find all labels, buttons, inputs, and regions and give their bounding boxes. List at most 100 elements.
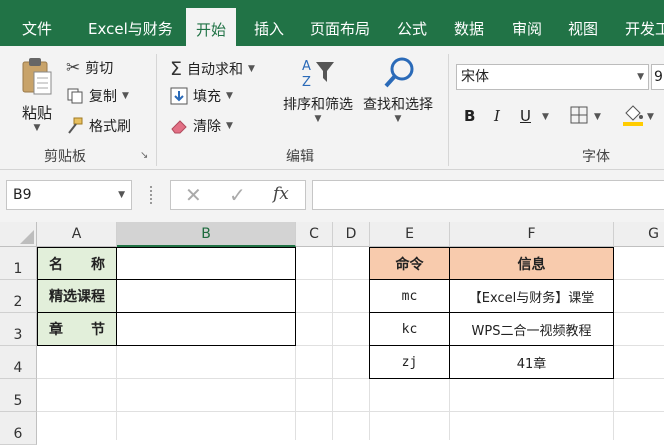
clipboard-icon: [22, 58, 52, 95]
column-header-a[interactable]: A: [37, 222, 117, 247]
chevron-down-icon[interactable]: ▼: [280, 114, 356, 124]
command-cell[interactable]: kc: [369, 312, 450, 346]
tab-developer[interactable]: 开发工: [625, 0, 664, 46]
spreadsheet-grid[interactable]: A B C D E F G 1 2 3 4 5 6 名 称 精选课程 章 节 命…: [0, 222, 664, 445]
input-cell[interactable]: [116, 312, 296, 346]
column-header-e[interactable]: E: [370, 222, 450, 247]
chevron-down-icon[interactable]: ▼: [637, 65, 644, 89]
paintbrush-icon: [68, 117, 83, 134]
chevron-down-icon[interactable]: ▼: [248, 64, 255, 74]
font-size-select[interactable]: 9: [651, 64, 664, 90]
underline-button[interactable]: U: [520, 107, 531, 125]
group-separator: [156, 54, 157, 166]
find-select-button[interactable]: 查找和选择 ▼: [358, 56, 438, 124]
chevron-down-icon[interactable]: ▼: [594, 112, 601, 122]
font-group-label: 字体: [582, 149, 610, 165]
chevron-down-icon[interactable]: ▼: [542, 112, 549, 122]
chevron-down-icon[interactable]: ▼: [16, 123, 58, 133]
find-select-label: 查找和选择: [363, 97, 433, 113]
cut-label: 剪切: [85, 61, 114, 77]
column-header-g[interactable]: G: [614, 222, 664, 247]
paint-bucket-icon: [623, 105, 643, 126]
ribbon-tab-bar: 文件 Excel与财务 开始 插入 页面布局 公式 数据 审阅 视图 开发工: [0, 0, 664, 46]
header-cell[interactable]: 信息: [449, 247, 614, 280]
command-cell[interactable]: mc: [369, 279, 450, 313]
copy-label: 复制: [89, 89, 117, 105]
column-header-b[interactable]: B: [117, 222, 296, 247]
sort-filter-button[interactable]: A Z 排序和筛选 ▼: [280, 56, 356, 124]
tab-formulas[interactable]: 公式: [397, 0, 427, 46]
row-header-5[interactable]: 5: [0, 379, 37, 412]
chevron-down-icon[interactable]: ▼: [226, 121, 233, 131]
italic-button[interactable]: I: [494, 107, 500, 125]
input-cell[interactable]: [116, 247, 296, 280]
tab-excel-finance[interactable]: Excel与财务: [88, 0, 173, 46]
gridline: [37, 411, 664, 412]
column-header-d[interactable]: D: [333, 222, 370, 247]
cancel-icon[interactable]: ✕: [185, 183, 202, 207]
select-all-corner[interactable]: [0, 222, 37, 247]
fill-color-button[interactable]: [622, 103, 644, 131]
sort-filter-icon: A Z: [302, 59, 334, 90]
row-header-1[interactable]: 1: [0, 247, 37, 280]
group-separator: [448, 54, 449, 166]
drag-handle-icon[interactable]: [150, 186, 154, 204]
tab-page-layout[interactable]: 页面布局: [310, 0, 370, 46]
bold-button[interactable]: B: [464, 107, 475, 125]
row-header-4[interactable]: 4: [0, 346, 37, 379]
paste-button[interactable]: 粘贴 ▼: [16, 56, 58, 133]
chevron-down-icon[interactable]: ▼: [122, 91, 129, 101]
label-cell[interactable]: 名 称: [37, 247, 117, 280]
font-name-value: 宋体: [461, 69, 489, 85]
chevron-down-icon[interactable]: ▼: [647, 112, 654, 122]
dialog-launcher-icon[interactable]: ↘: [140, 150, 148, 161]
name-box-value: B9: [13, 187, 32, 203]
borders-button[interactable]: [570, 106, 588, 128]
tab-view[interactable]: 视图: [568, 0, 598, 46]
formula-buttons: ✕ ✓ fx: [170, 180, 306, 210]
insert-function-button[interactable]: fx: [273, 184, 289, 204]
copy-button[interactable]: 复制 ▼: [66, 86, 129, 106]
tab-review[interactable]: 审阅: [512, 0, 542, 46]
column-header-c[interactable]: C: [296, 222, 333, 247]
clear-button[interactable]: 清除 ▼: [170, 116, 233, 136]
row-header-2[interactable]: 2: [0, 280, 37, 313]
info-cell[interactable]: 【Excel与财务】课堂: [449, 279, 614, 313]
autosum-button[interactable]: Σ 自动求和 ▼: [170, 58, 255, 80]
row-header-3[interactable]: 3: [0, 313, 37, 346]
chevron-down-icon[interactable]: ▼: [118, 181, 125, 209]
border-grid-icon: [570, 106, 588, 124]
confirm-icon[interactable]: ✓: [229, 183, 246, 207]
label-cell[interactable]: 章 节: [37, 312, 117, 346]
fill-label: 填充: [193, 89, 221, 105]
scissors-icon: ✂: [66, 58, 81, 78]
input-cell[interactable]: [116, 279, 296, 313]
label-cell[interactable]: 精选课程: [37, 279, 117, 313]
tab-data[interactable]: 数据: [454, 0, 484, 46]
sort-filter-label: 排序和筛选: [283, 97, 353, 113]
font-name-select[interactable]: 宋体 ▼: [456, 64, 649, 90]
column-header-f[interactable]: F: [450, 222, 614, 247]
info-cell[interactable]: 41章: [449, 345, 614, 379]
format-painter-button[interactable]: 格式刷: [66, 116, 131, 136]
tab-insert[interactable]: 插入: [254, 0, 284, 46]
clear-label: 清除: [193, 119, 221, 135]
name-box[interactable]: B9 ▼: [6, 180, 132, 210]
svg-text:Z: Z: [302, 75, 311, 90]
svg-text:A: A: [302, 59, 311, 74]
paste-label: 粘贴: [21, 104, 52, 122]
copy-icon: [67, 88, 83, 104]
cut-button[interactable]: ✂ 剪切: [66, 58, 113, 78]
tab-home[interactable]: 开始: [186, 8, 237, 46]
command-cell[interactable]: zj: [369, 345, 450, 379]
chevron-down-icon[interactable]: ▼: [358, 114, 438, 124]
header-cell[interactable]: 命令: [369, 247, 450, 280]
tab-file[interactable]: 文件: [22, 0, 52, 46]
row-header-6[interactable]: 6: [0, 412, 37, 445]
formula-input[interactable]: [312, 180, 664, 210]
ribbon: 粘贴 ▼ ✂ 剪切 复制 ▼ 格式刷 剪贴板 ↘ Σ 自动求和 ▼ 填充 ▼ 清…: [0, 46, 664, 170]
magnifier-icon: [384, 57, 414, 88]
fill-button[interactable]: 填充 ▼: [170, 86, 233, 106]
chevron-down-icon[interactable]: ▼: [226, 91, 233, 101]
info-cell[interactable]: WPS二合一视频教程: [449, 312, 614, 346]
